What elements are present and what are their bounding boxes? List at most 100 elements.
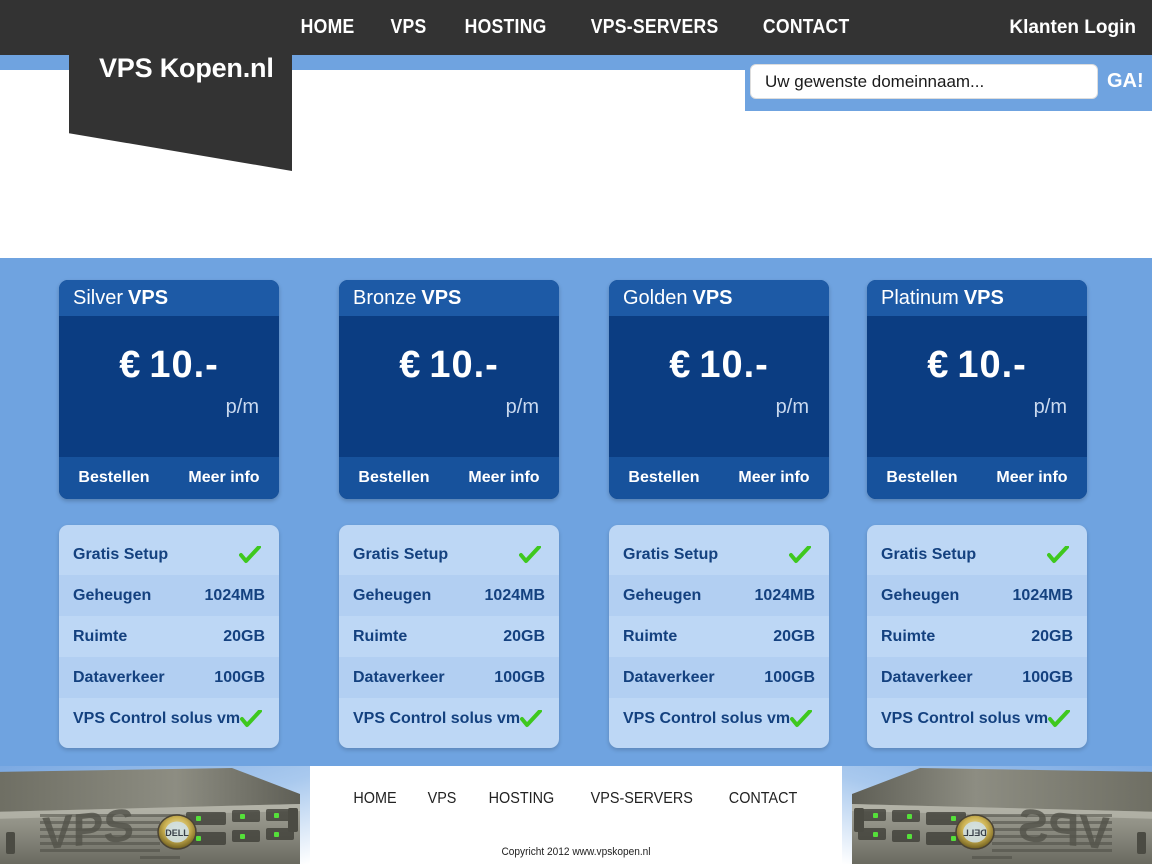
plan-tier-name: Silver [73, 286, 124, 309]
svg-text:DELL: DELL [963, 828, 987, 838]
plan-price-silver: €10.- [59, 344, 279, 387]
order-button-platinum[interactable]: Bestellen [886, 469, 957, 487]
plan-price-golden: €10.- [609, 344, 829, 387]
spec-value: 20GB [1031, 627, 1073, 645]
price-card-actions-bronze: Bestellen Meer info [339, 457, 559, 499]
nav-item-home[interactable]: HOME [300, 16, 354, 39]
copyright-text: Copyricht 2012 www.vpskopen.nl [501, 846, 651, 858]
price-card-body-golden: €10.- p/m [609, 316, 829, 457]
more-info-button-silver[interactable]: Meer info [188, 469, 259, 487]
nav-item-vps[interactable]: VPS [390, 16, 426, 39]
footer-nav-item-contact[interactable]: CONTACT [729, 790, 798, 808]
currency-symbol: € [119, 344, 142, 386]
page-root: HOME VPS HOSTING VPS-SERVERS CONTACT Kla… [0, 0, 1152, 864]
price-card-body-platinum: €10.- p/m [867, 316, 1087, 457]
price-card-title-bronze: Bronze VPS [339, 280, 559, 316]
spec-row: VPS Control solus vm [609, 698, 829, 739]
spec-label: Dataverkeer [73, 668, 165, 686]
spec-row: Gratis Setup [609, 534, 829, 575]
spec-label: Geheugen [623, 586, 702, 604]
more-info-button-platinum[interactable]: Meer info [996, 469, 1067, 487]
spec-box-bronze: Gratis Setup Geheugen 1024MB Ruimte 20GB… [339, 525, 559, 748]
price-amount: 10.- [149, 344, 219, 386]
price-amount: 10.- [429, 344, 499, 386]
price-card-silver: Silver VPS €10.- p/m Bestellen Meer info [59, 280, 279, 499]
check-icon [790, 709, 813, 728]
nav-item-contact[interactable]: CONTACT [763, 16, 850, 39]
price-card-golden: Golden VPS €10.- p/m Bestellen Meer info [609, 280, 829, 499]
spec-row: Ruimte 20GB [59, 616, 279, 657]
spec-row: Ruimte 20GB [867, 616, 1087, 657]
spec-row: Geheugen 1024MB [867, 575, 1087, 616]
footer-nav-item-vps[interactable]: VPS [427, 790, 456, 808]
spec-value: 1024MB [754, 586, 815, 604]
plan-tier-suffix: VPS [421, 286, 462, 309]
order-button-silver[interactable]: Bestellen [78, 469, 149, 487]
spec-label: Gratis Setup [353, 545, 449, 563]
spec-label: Ruimte [623, 627, 678, 645]
spec-row: Geheugen 1024MB [59, 575, 279, 616]
currency-symbol: € [927, 344, 950, 386]
spec-label: VPS Control solus vm [73, 709, 241, 727]
pricing-column-platinum: Platinum VPS €10.- p/m Bestellen Meer in… [867, 280, 1087, 748]
spec-label: Gratis Setup [623, 545, 719, 563]
spec-value: 1024MB [1012, 586, 1073, 604]
price-amount: 10.- [699, 344, 769, 386]
spec-row: Geheugen 1024MB [339, 575, 559, 616]
spec-label: Geheugen [881, 586, 960, 604]
footer-navigation: HOME VPS HOSTING VPS-SERVERS CONTACT [0, 790, 1152, 808]
logo-text: VPS Kopen.nl [99, 53, 274, 83]
spec-value: 100GB [1022, 668, 1073, 686]
spec-label: Geheugen [73, 586, 152, 604]
price-card-bronze: Bronze VPS €10.- p/m Bestellen Meer info [339, 280, 559, 499]
plan-price-bronze: €10.- [339, 344, 559, 387]
order-button-bronze[interactable]: Bestellen [358, 469, 429, 487]
domain-search-submit-button[interactable]: GA! [1107, 64, 1151, 99]
footer-nav-item-home[interactable]: HOME [353, 790, 396, 808]
pricing-column-bronze: Bronze VPS €10.- p/m Bestellen Meer info [339, 280, 559, 748]
domain-search-box[interactable] [750, 64, 1098, 99]
plan-period-bronze: p/m [505, 396, 539, 418]
svg-text:DELL: DELL [165, 828, 189, 838]
plan-tier-suffix: VPS [963, 286, 1004, 309]
top-navigation-bar: HOME VPS HOSTING VPS-SERVERS CONTACT Kla… [0, 0, 1152, 55]
klanten-login-link[interactable]: Klanten Login [1009, 0, 1136, 55]
price-card-actions-golden: Bestellen Meer info [609, 457, 829, 499]
site-logo[interactable]: VPS Kopen.nl [69, 36, 292, 171]
check-icon [520, 709, 543, 728]
domain-search-input[interactable] [763, 70, 1085, 93]
spec-label: VPS Control solus vm [623, 709, 791, 727]
spec-row: VPS Control solus vm [59, 698, 279, 739]
domain-search-panel: GA! [745, 55, 1152, 111]
spec-label: VPS Control solus vm [881, 709, 1049, 727]
nav-item-vps-servers[interactable]: VPS-SERVERS [591, 16, 719, 39]
spec-box-silver: Gratis Setup Geheugen 1024MB Ruimte 20GB… [59, 525, 279, 748]
plan-tier-name: Platinum [881, 286, 959, 309]
plan-tier-name: Bronze [353, 286, 417, 309]
spec-label: Dataverkeer [623, 668, 715, 686]
plan-period-golden: p/m [775, 396, 809, 418]
order-button-golden[interactable]: Bestellen [628, 469, 699, 487]
plan-tier-name: Golden [623, 286, 688, 309]
price-card-title-golden: Golden VPS [609, 280, 829, 316]
footer-nav-item-hosting[interactable]: HOSTING [488, 790, 554, 808]
spec-value: 1024MB [484, 586, 545, 604]
price-card-platinum: Platinum VPS €10.- p/m Bestellen Meer in… [867, 280, 1087, 499]
more-info-button-bronze[interactable]: Meer info [468, 469, 539, 487]
spec-label: Ruimte [73, 627, 128, 645]
price-card-title-platinum: Platinum VPS [867, 280, 1087, 316]
spec-row: Ruimte 20GB [339, 616, 559, 657]
spec-value: 1024MB [204, 586, 265, 604]
footer-nav-item-vps-servers[interactable]: VPS-SERVERS [590, 790, 692, 808]
spec-row: Gratis Setup [339, 534, 559, 575]
more-info-button-golden[interactable]: Meer info [738, 469, 809, 487]
pricing-section: Silver VPS €10.- p/m Bestellen Meer info [0, 258, 1152, 766]
price-amount: 10.- [957, 344, 1027, 386]
spec-label: Ruimte [881, 627, 936, 645]
spec-value: 20GB [223, 627, 265, 645]
spec-row: Gratis Setup [59, 534, 279, 575]
nav-item-hosting[interactable]: HOSTING [464, 16, 546, 39]
spec-row: Gratis Setup [867, 534, 1087, 575]
check-icon [789, 545, 811, 564]
plan-tier-suffix: VPS [692, 286, 733, 309]
